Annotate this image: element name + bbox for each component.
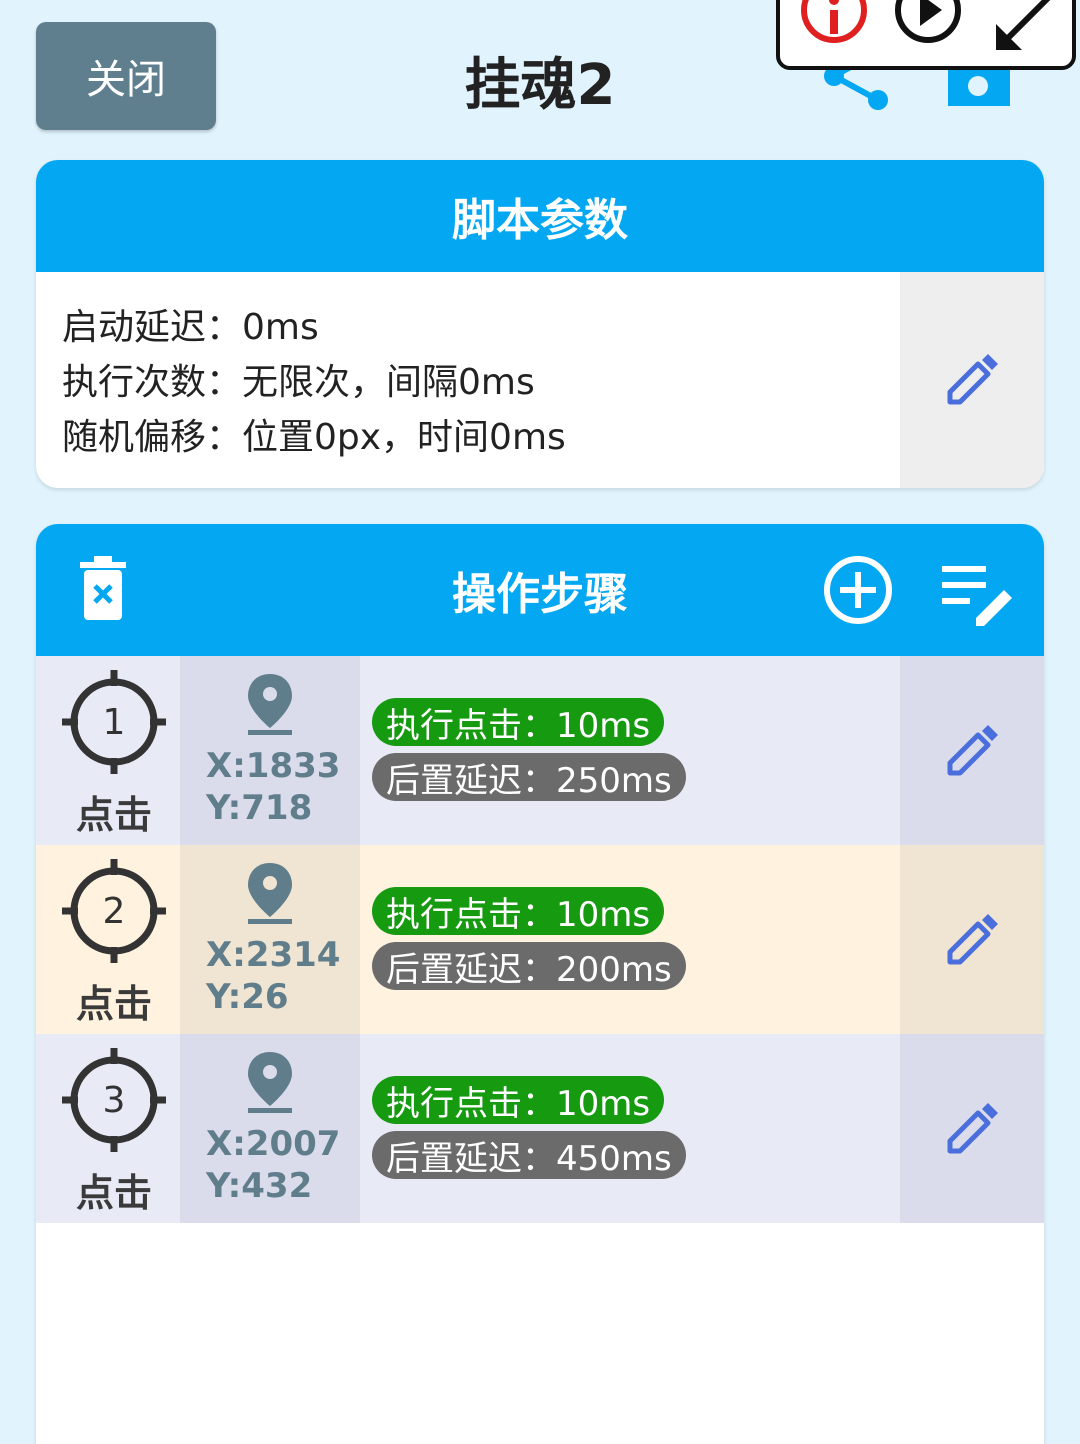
params-title: 脚本参数 (452, 195, 628, 246)
post-delay-badge: 后置延迟：250ms (372, 753, 686, 801)
edit-params-button[interactable] (900, 272, 1044, 488)
exec-click-badge: 执行点击：10ms (372, 1076, 665, 1124)
coord-x: X:1833 (206, 746, 341, 786)
location-pin-icon (248, 1052, 292, 1113)
step-type-label: 点击 (75, 793, 152, 837)
page-title: 挂魂2 (464, 53, 616, 118)
edit-step-button[interactable] (900, 656, 1044, 845)
step-row[interactable]: 1 点击 X:1833 Y:718 执行点击：10ms 后置延迟：250ms (36, 656, 1044, 845)
step-number: 1 (102, 701, 126, 743)
pencil-icon (947, 1102, 998, 1153)
coord-x: X:2314 (206, 935, 341, 975)
post-delay-badge: 后置延迟：450ms (372, 1131, 686, 1179)
coord-y: Y:718 (206, 788, 313, 828)
step-type-label: 点击 (75, 982, 152, 1026)
floating-toolbar (776, 0, 1076, 70)
steps-header: 操作步骤 (36, 524, 1044, 656)
edit-step-button[interactable] (900, 845, 1044, 1034)
param-random-offset: 随机偏移：位置0px，时间0ms (62, 417, 566, 458)
step-row[interactable]: 3 点击 X:2007 Y:432 执行点击：10ms 后置延迟：450ms (36, 1034, 1044, 1223)
pencil-icon (947, 724, 998, 775)
step-number: 2 (102, 890, 126, 932)
add-circle-icon[interactable] (822, 554, 894, 626)
edit-list-icon[interactable] (940, 562, 1018, 628)
coord-y: Y:432 (206, 1166, 313, 1206)
location-pin-icon (248, 863, 292, 924)
exec-click-badge: 执行点击：10ms (372, 887, 665, 935)
param-exec-count: 执行次数：无限次，间隔0ms (62, 362, 535, 403)
play-icon[interactable] (892, 0, 964, 62)
step-row[interactable]: 2 点击 X:2314 Y:26 执行点击：10ms 后置延迟：200ms (36, 845, 1044, 1034)
location-pin-icon (248, 674, 292, 735)
post-delay-badge: 后置延迟：200ms (372, 942, 686, 990)
trash-icon[interactable] (78, 556, 128, 622)
pencil-icon (947, 913, 998, 964)
step-number: 3 (102, 1079, 126, 1121)
steps-card: 操作步骤 1 点击 X:1833 Y:718 执行点击：10ms 后置延迟：25… (36, 524, 1044, 1444)
info-icon[interactable] (798, 0, 870, 62)
script-params-card: 脚本参数 启动延迟：0ms 执行次数：无限次，间隔0ms 随机偏移：位置0px，… (36, 160, 1044, 488)
close-button[interactable]: 关闭 (36, 22, 216, 130)
expand-icon[interactable] (986, 0, 1066, 62)
exec-click-badge: 执行点击：10ms (372, 698, 665, 746)
params-header: 脚本参数 (36, 160, 1044, 272)
coord-y: Y:26 (206, 977, 289, 1017)
coord-x: X:2007 (206, 1124, 341, 1164)
pencil-icon (947, 354, 998, 405)
param-start-delay: 启动延迟：0ms (62, 307, 319, 348)
step-type-label: 点击 (75, 1171, 152, 1215)
edit-step-button[interactable] (900, 1034, 1044, 1223)
steps-title: 操作步骤 (452, 569, 628, 620)
params-text: 启动延迟：0ms 执行次数：无限次，间隔0ms 随机偏移：位置0px，时间0ms (62, 300, 566, 465)
